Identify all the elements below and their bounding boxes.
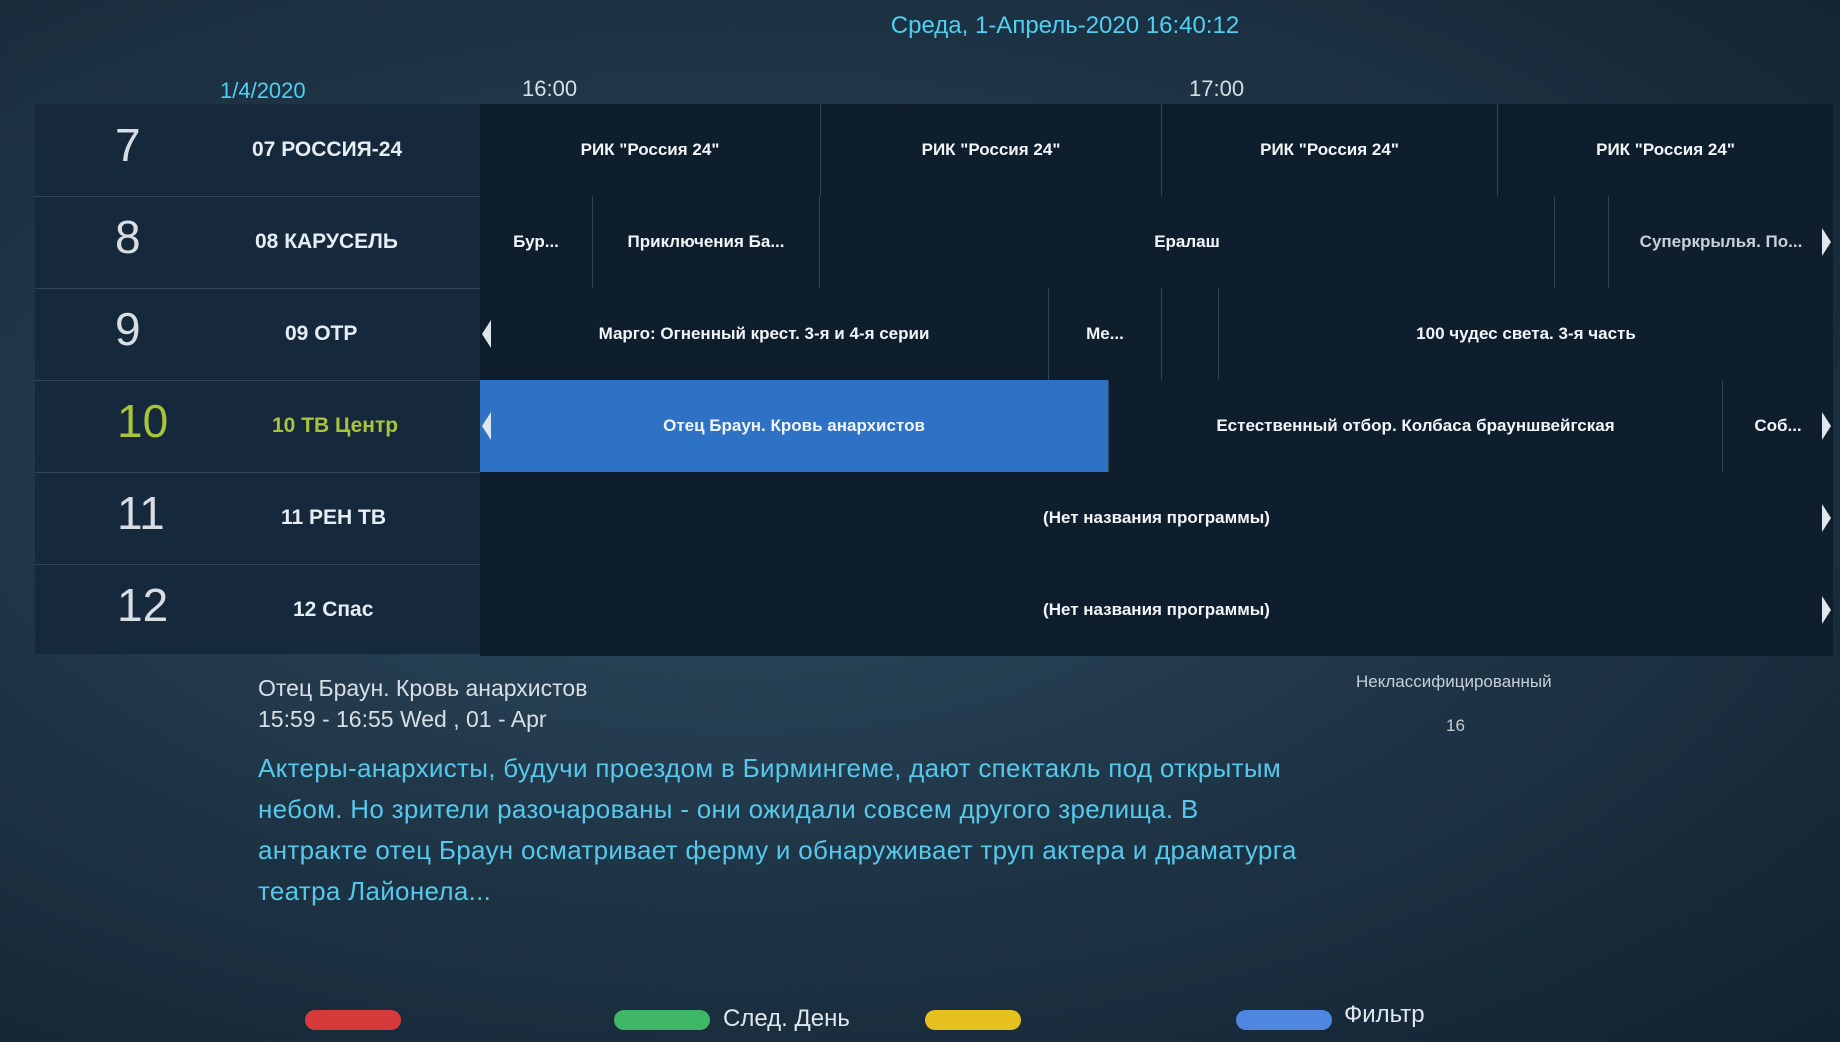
red-key-button[interactable] (305, 1010, 401, 1030)
program-info-age-rating: 16 (1446, 716, 1465, 735)
channel-row-10[interactable]: 10 10 ТВ Центр Отец Браун. Кровь анархис… (35, 380, 1833, 473)
channel-row-11[interactable]: 11 11 РЕН ТВ (Нет названия программы) (35, 472, 1833, 565)
program-cell[interactable]: Соб... (1723, 380, 1833, 472)
program-cell[interactable]: Суперкрылья. По... (1609, 196, 1833, 288)
scroll-right-icon (1822, 596, 1831, 624)
channel-number: 11 (117, 487, 165, 539)
program-info-title: Отец Браун. Кровь анархистов (258, 675, 588, 701)
program-strip: Отец Браун. Кровь анархистов Естественны… (480, 380, 1833, 472)
guide-date: 1/4/2020 (220, 78, 306, 103)
filter-label[interactable]: Фильтр (1344, 1001, 1425, 1029)
channel-row-12[interactable]: 12 12 Спас (Нет названия программы) (35, 564, 1833, 656)
program-cell[interactable]: Приключения Ба... (593, 196, 820, 288)
time-tick-1700: 17:00 (1189, 76, 1245, 101)
program-strip: Марго: Огненный крест. 3-я и 4-я серии М… (480, 288, 1833, 380)
program-info-description: Актеры-анархисты, будучи проездом в Бирм… (258, 753, 1297, 906)
program-info-category: Неклассифицированный (1356, 672, 1552, 691)
program-cell[interactable]: Марго: Огненный крест. 3-я и 4-я серии (480, 288, 1049, 380)
epg-grid: 7 07 РОССИЯ-24 РИК "Россия 24" РИК "Росс… (35, 104, 1833, 656)
channel-row-8[interactable]: 8 08 КАРУСЕЛЬ Бур... Приключения Ба... Е… (35, 196, 1833, 289)
channel-row-7[interactable]: 7 07 РОССИЯ-24 РИК "Россия 24" РИК "Росс… (35, 104, 1833, 197)
program-cell[interactable]: Бур... (480, 196, 593, 288)
program-strip: РИК "Россия 24" РИК "Россия 24" РИК "Рос… (480, 104, 1833, 196)
program-info-time: 15:59 - 16:55 Wed , 01 - Apr (258, 706, 547, 732)
next-day-label[interactable]: След. День (723, 1005, 850, 1033)
program-strip: Бур... Приключения Ба... Ералаш Суперкры… (480, 196, 1833, 288)
program-cell-selected[interactable]: Отец Браун. Кровь анархистов (480, 380, 1109, 472)
program-cell[interactable]: Ералаш (820, 196, 1555, 288)
program-cell[interactable]: РИК "Россия 24" (480, 104, 821, 196)
program-cell[interactable]: РИК "Россия 24" (1498, 104, 1833, 196)
program-cell[interactable]: 100 чудес света. 3-я часть (1219, 288, 1833, 380)
program-cell[interactable]: РИК "Россия 24" (1162, 104, 1498, 196)
channel-number: 9 (115, 303, 141, 355)
green-key-button[interactable] (614, 1010, 710, 1030)
program-strip: (Нет названия программы) (480, 564, 1833, 656)
channel-name: 08 КАРУСЕЛЬ (255, 230, 398, 253)
scroll-left-icon (482, 412, 491, 440)
channel-name: 07 РОССИЯ-24 (252, 138, 403, 161)
scroll-right-icon (1822, 504, 1831, 532)
channel-row-9[interactable]: 9 09 ОТР Марго: Огненный крест. 3-я и 4-… (35, 288, 1833, 381)
program-cell[interactable] (1555, 196, 1609, 288)
channel-number: 8 (115, 211, 141, 263)
scroll-right-icon (1822, 228, 1831, 256)
program-cell[interactable] (1162, 288, 1219, 380)
program-cell[interactable]: (Нет названия программы) (480, 472, 1833, 564)
time-tick-1600: 16:00 (522, 76, 578, 101)
channel-number: 10 (117, 395, 169, 447)
channel-number: 7 (115, 119, 141, 171)
channel-number: 12 (117, 579, 169, 631)
program-cell[interactable]: (Нет названия программы) (480, 564, 1833, 656)
blue-key-button[interactable] (1236, 1010, 1332, 1030)
current-datetime: Среда, 1-Апрель-2020 16:40:12 (890, 12, 1240, 39)
program-cell[interactable]: Естественный отбор. Колбаса брауншвейгск… (1109, 380, 1723, 472)
scroll-right-icon (1822, 412, 1831, 440)
program-strip: (Нет названия программы) (480, 472, 1833, 564)
yellow-key-button[interactable] (925, 1010, 1021, 1030)
program-cell[interactable]: Ме... (1049, 288, 1162, 380)
program-cell[interactable]: РИК "Россия 24" (821, 104, 1162, 196)
